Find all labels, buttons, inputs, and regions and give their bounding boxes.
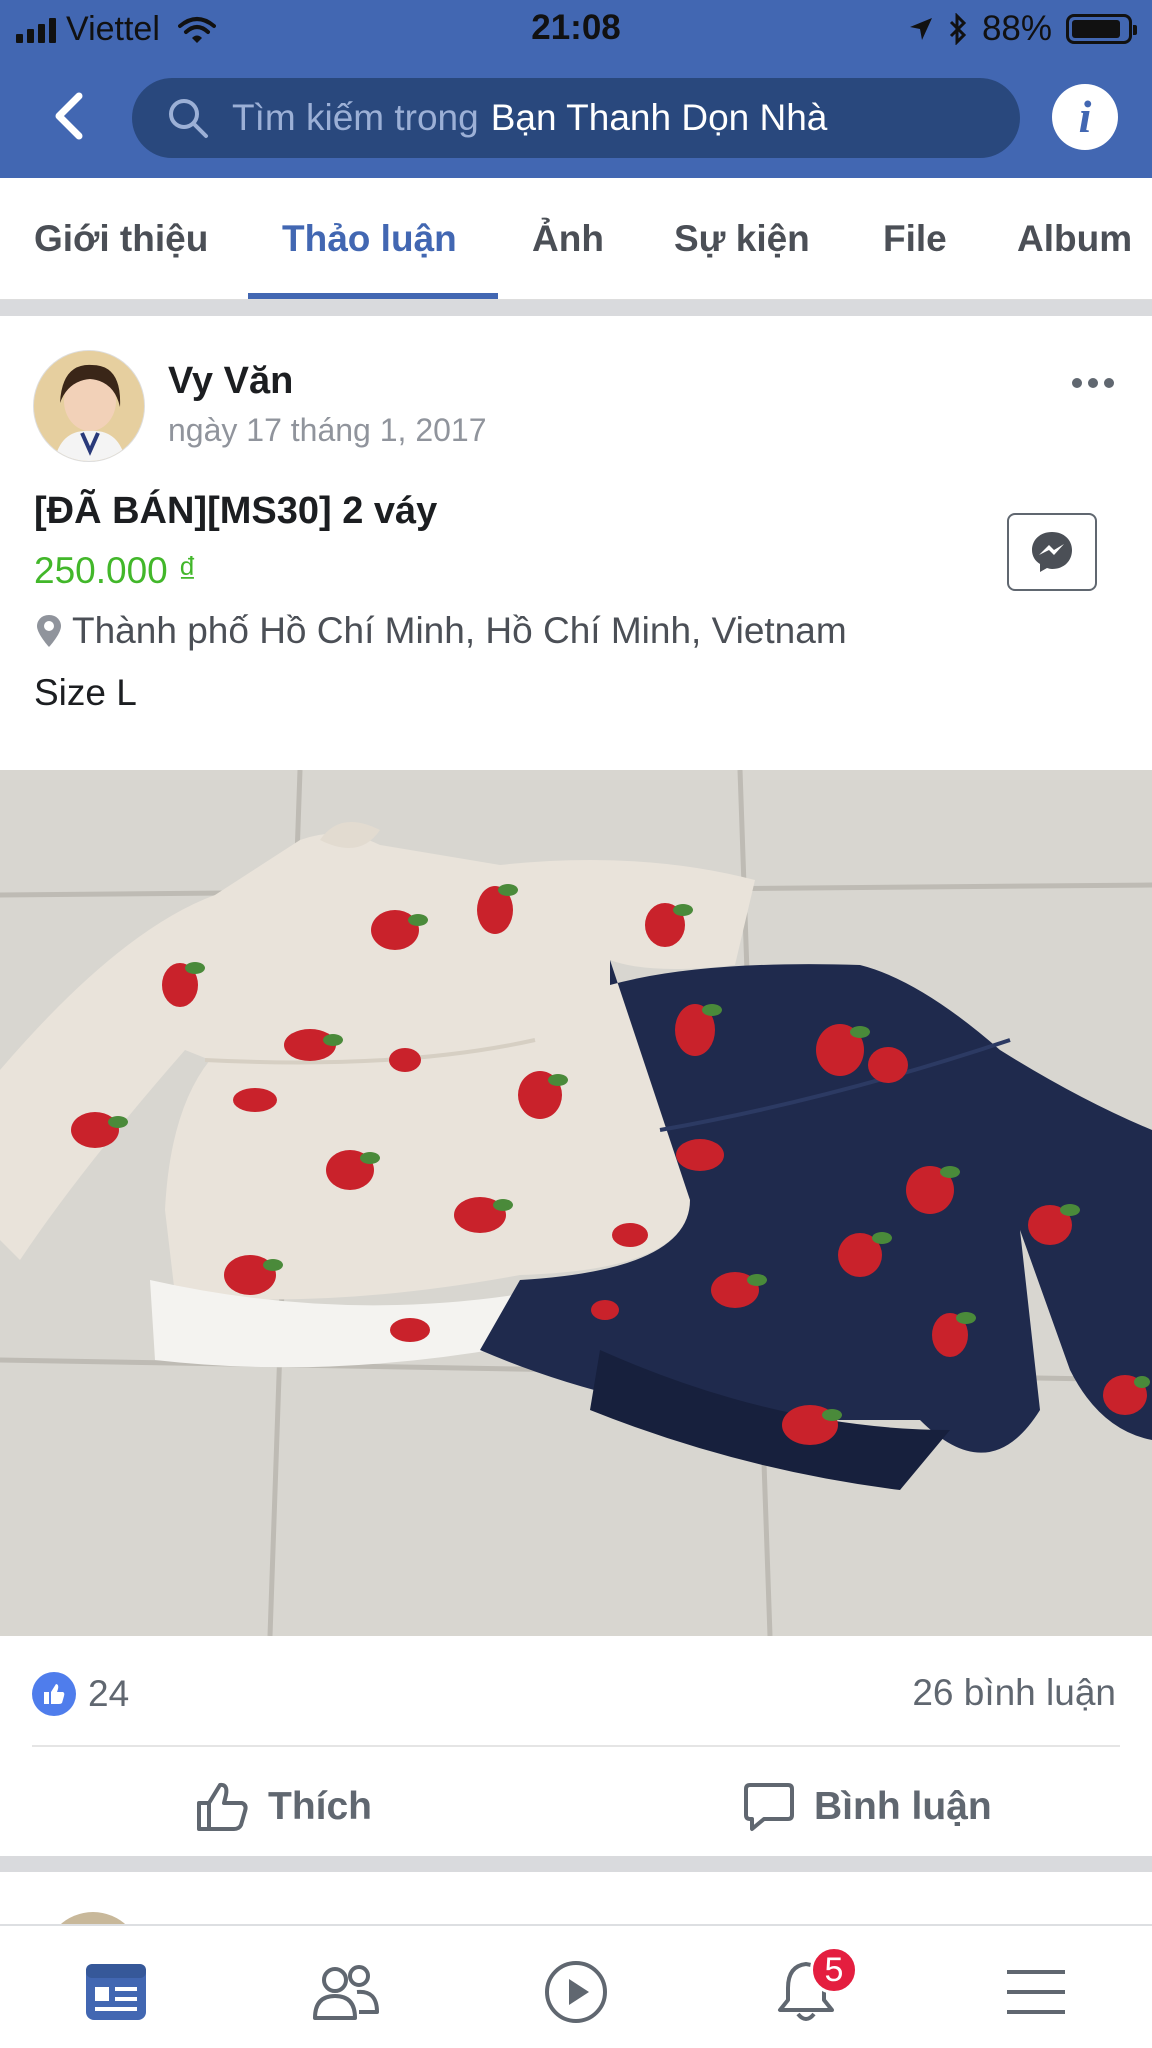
dresses-photo bbox=[0, 770, 1152, 1636]
location-pin-icon bbox=[37, 615, 61, 647]
actions-divider bbox=[32, 1745, 1120, 1747]
group-tabs: Giới thiệu Thảo luận Ảnh Sự kiện File Al… bbox=[0, 178, 1152, 300]
comment-icon bbox=[744, 1783, 794, 1831]
chevron-left-icon bbox=[55, 92, 83, 140]
menu-tab[interactable] bbox=[996, 1952, 1076, 2032]
tab-files[interactable]: File bbox=[883, 218, 947, 260]
battery-percent: 88% bbox=[981, 9, 1052, 48]
more-dot-icon bbox=[1072, 378, 1082, 388]
comment-label: Bình luận bbox=[814, 1785, 992, 1828]
more-dot-icon bbox=[1104, 378, 1114, 388]
group-name: Bạn Thanh Dọn Nhà bbox=[490, 97, 828, 138]
post-date[interactable]: ngày 17 tháng 1, 2017 bbox=[168, 412, 487, 449]
message-seller-button[interactable] bbox=[1007, 513, 1097, 591]
news-feed-tab[interactable] bbox=[76, 1952, 156, 2032]
watch-tab[interactable] bbox=[536, 1952, 616, 2032]
news-feed-icon bbox=[86, 1964, 146, 2020]
notifications-tab[interactable]: 5 bbox=[766, 1946, 858, 2032]
like-button[interactable]: Thích bbox=[196, 1772, 372, 1842]
post-author[interactable]: Vy Văn bbox=[168, 360, 293, 403]
post-divider bbox=[0, 1856, 1152, 1872]
battery-icon bbox=[1066, 14, 1137, 44]
friends-icon bbox=[313, 1965, 379, 2020]
friends-tab[interactable] bbox=[306, 1952, 386, 2032]
messenger-icon bbox=[1032, 532, 1072, 572]
listing-description: Size L bbox=[34, 672, 137, 713]
tab-photos[interactable]: Ảnh bbox=[532, 218, 604, 260]
search-icon bbox=[169, 99, 208, 138]
group-search-input[interactable]: Tìm kiếm trong Bạn Thanh Dọn Nhà bbox=[132, 78, 1020, 158]
like-count: 24 bbox=[88, 1673, 130, 1714]
comment-button[interactable]: Bình luận bbox=[742, 1772, 992, 1842]
info-icon: i bbox=[1078, 91, 1092, 142]
notification-badge: 5 bbox=[810, 1946, 858, 1994]
status-bar: Viettel 21:08 88% bbox=[0, 0, 1152, 58]
bluetooth-icon bbox=[949, 13, 967, 45]
search-placeholder: Tìm kiếm trong bbox=[232, 97, 479, 138]
top-bar: Viettel 21:08 88% Tìm kiếm trong Bạn Tha… bbox=[0, 0, 1152, 178]
back-button[interactable] bbox=[40, 88, 96, 144]
like-summary[interactable]: 24 bbox=[32, 1672, 129, 1716]
listing-title: [ĐÃ BÁN][MS30] 2 váy bbox=[34, 490, 438, 532]
active-tab-indicator bbox=[248, 293, 498, 299]
post-options-button[interactable] bbox=[1066, 372, 1120, 394]
like-label: Thích bbox=[268, 1785, 372, 1828]
location-arrow-icon bbox=[909, 18, 932, 40]
author-avatar[interactable] bbox=[33, 350, 145, 462]
listing-price: 250.000 ₫ bbox=[34, 550, 198, 591]
section-divider bbox=[0, 300, 1152, 316]
tab-about[interactable]: Giới thiệu bbox=[34, 218, 208, 260]
comment-count[interactable]: 26 bình luận bbox=[912, 1672, 1116, 1714]
watch-icon bbox=[545, 1961, 607, 2023]
bottom-navigation: 5 bbox=[0, 1924, 1152, 2048]
location-text: Thành phố Hồ Chí Minh, Hồ Chí Minh, Viet… bbox=[72, 610, 847, 651]
more-dot-icon bbox=[1088, 378, 1098, 388]
thumbs-up-icon bbox=[197, 1782, 248, 1831]
listing-photo[interactable] bbox=[0, 770, 1152, 1636]
menu-icon bbox=[1007, 1970, 1065, 2014]
tab-albums[interactable]: Album bbox=[1017, 218, 1132, 260]
group-info-button[interactable]: i bbox=[1052, 84, 1118, 150]
tab-discussion[interactable]: Thảo luận bbox=[282, 218, 457, 260]
like-reaction-icon bbox=[32, 1672, 76, 1716]
listing-location: Thành phố Hồ Chí Minh, Hồ Chí Minh, Viet… bbox=[34, 610, 847, 652]
tab-events[interactable]: Sự kiện bbox=[674, 218, 810, 260]
